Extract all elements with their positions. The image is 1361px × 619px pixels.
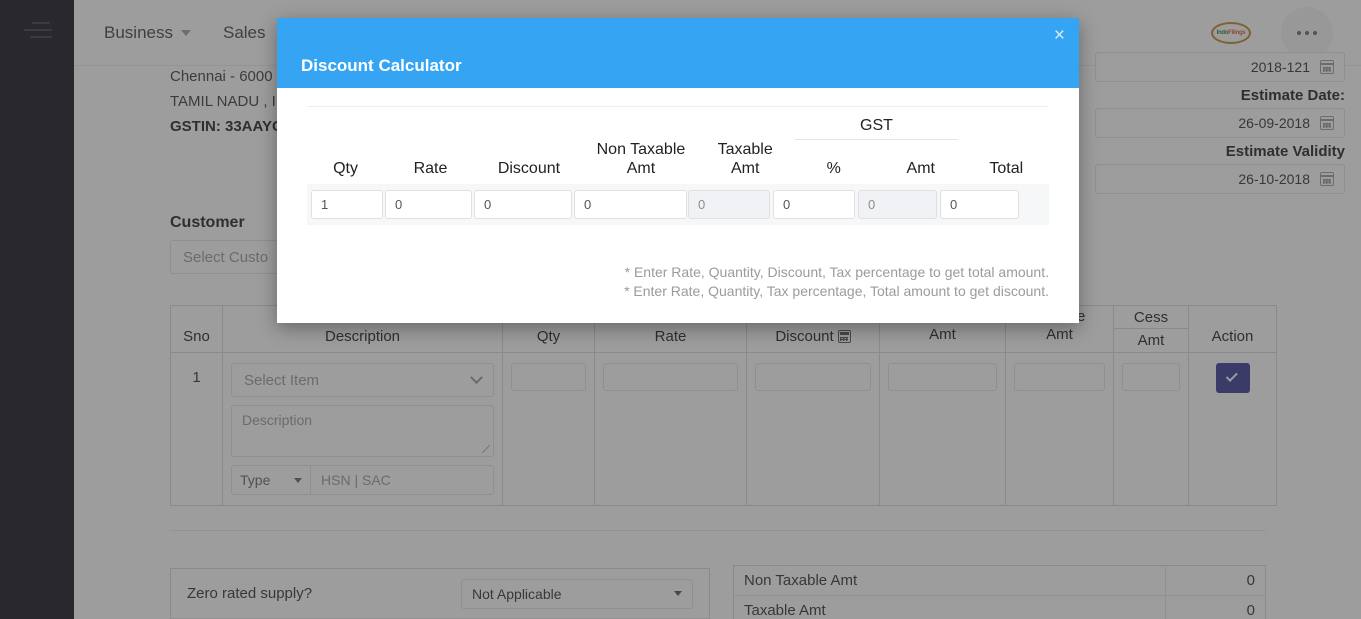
calc-col-total-l2: Total	[964, 159, 1050, 178]
dialog-body-divider	[307, 106, 1049, 107]
calc-col-taxable-amt: Taxable Amt	[701, 140, 790, 184]
column-header-row: Qty Rate Discount Non Taxable Amt	[307, 140, 1049, 184]
calc-col-taxable-amt-l1: Taxable	[701, 140, 790, 159]
gst-group-header: GST	[789, 117, 963, 139]
calc-gst-amt-input	[858, 190, 937, 219]
dialog-body: GST Qty Rate	[277, 88, 1079, 323]
calc-non-taxable-amt-input[interactable]	[574, 190, 687, 219]
calc-col-gst-amt-l2: Amt	[878, 159, 963, 178]
calc-col-gst-pct: %	[789, 140, 878, 184]
discount-calculator-inputs	[307, 184, 1049, 225]
discount-calculator-dialog: Discount Calculator × GST	[277, 18, 1079, 323]
dialog-hints: * Enter Rate, Quantity, Discount, Tax pe…	[624, 263, 1049, 301]
calc-total-input[interactable]	[940, 190, 1019, 219]
calc-taxable-amt-input	[688, 190, 770, 219]
screen: Business Sales Indo Filings Chennai - 60…	[0, 0, 1361, 619]
dialog-hint-1: * Enter Rate, Quantity, Discount, Tax pe…	[624, 263, 1049, 282]
close-icon[interactable]: ×	[1054, 26, 1065, 45]
calc-discount-input[interactable]	[474, 190, 572, 219]
calc-col-discount-l2: Discount	[477, 159, 581, 178]
calc-col-gst-amt: Amt	[878, 140, 963, 184]
calc-col-non-taxable-amt-l1: Non Taxable	[581, 140, 701, 159]
calc-qty-input[interactable]	[311, 190, 383, 219]
calc-col-taxable-amt-l2: Amt	[701, 159, 790, 178]
calc-col-qty: Qty	[307, 140, 384, 184]
calc-col-qty-l2: Qty	[307, 159, 384, 178]
calc-col-rate: Rate	[384, 140, 477, 184]
group-header-row: GST	[307, 117, 1049, 139]
dialog-hint-2: * Enter Rate, Quantity, Tax percentage, …	[624, 282, 1049, 301]
calc-col-total: Total	[964, 140, 1050, 184]
calc-gst-percent-input[interactable]	[773, 190, 855, 219]
calc-col-rate-l2: Rate	[384, 159, 477, 178]
calc-col-non-taxable-amt: Non Taxable Amt	[581, 140, 701, 184]
discount-calculator-table: GST Qty Rate	[307, 117, 1049, 184]
calc-col-non-taxable-amt-l2: Amt	[581, 159, 701, 178]
dialog-header: Discount Calculator ×	[277, 18, 1079, 88]
calc-col-discount: Discount	[477, 140, 581, 184]
calc-col-gst-pct-l2: %	[789, 159, 878, 178]
calc-rate-input[interactable]	[385, 190, 472, 219]
dialog-title: Discount Calculator	[301, 56, 462, 76]
